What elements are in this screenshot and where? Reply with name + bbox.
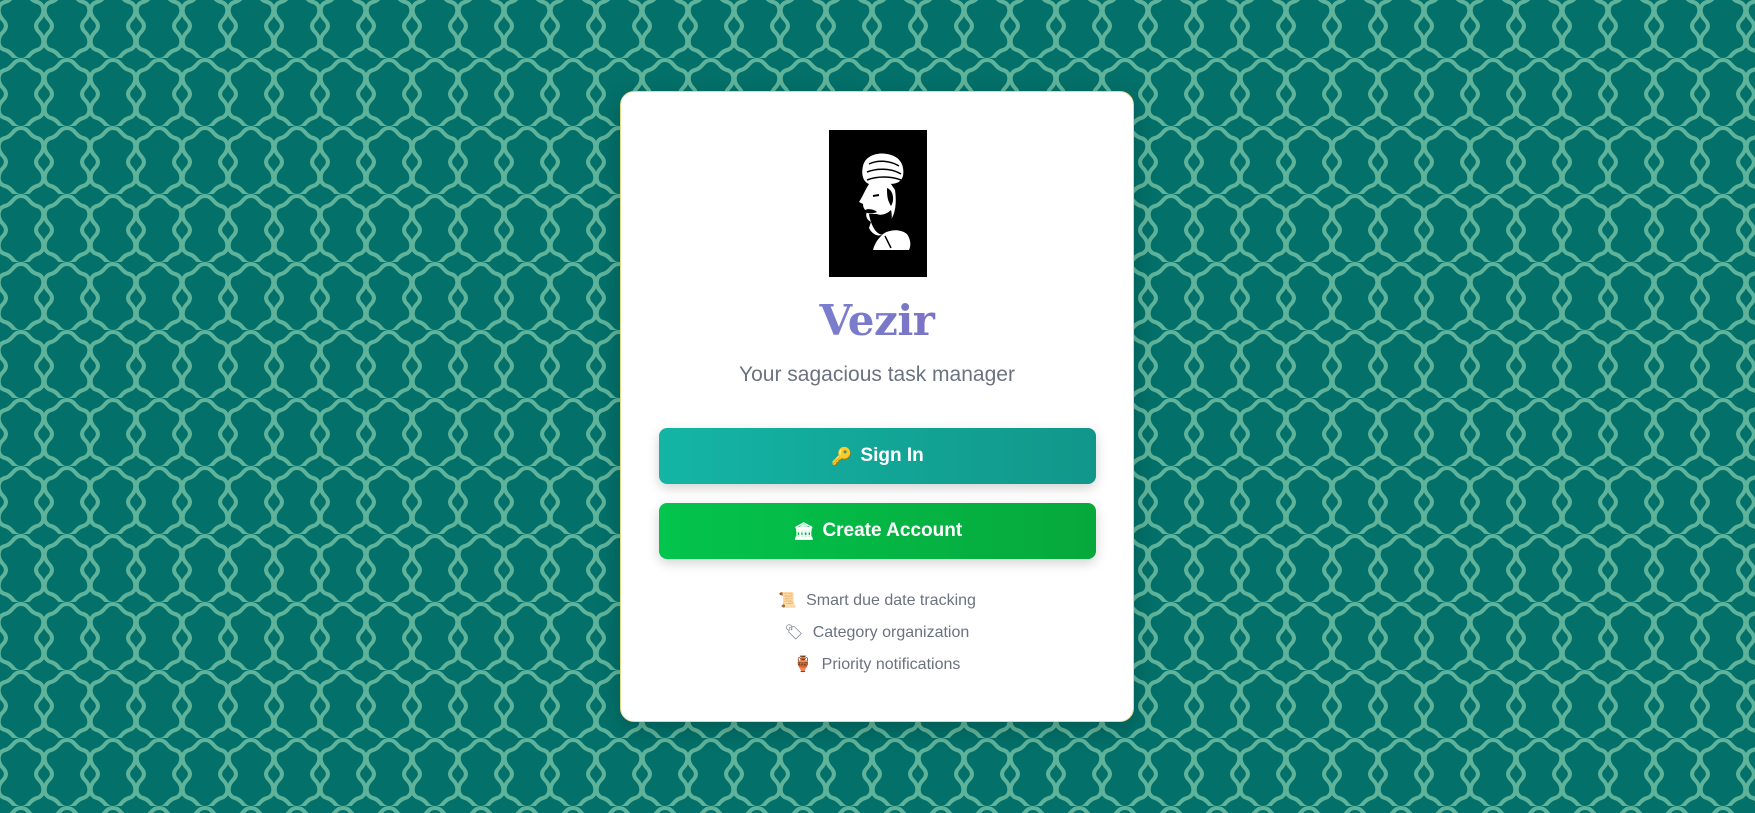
key-icon: 🔑	[831, 446, 853, 466]
app-subtitle: Your sagacious task manager	[739, 363, 1015, 386]
feature-label: Priority notifications	[821, 656, 961, 673]
vizier-turban-portrait-icon	[829, 130, 927, 277]
classical-building-icon: 🏛	[792, 521, 815, 541]
feature-item: 🏺 Priority notifications	[621, 649, 1133, 681]
sign-in-button[interactable]: 🔑 Sign In	[659, 428, 1096, 484]
scroll-icon: 📜	[778, 592, 797, 609]
feature-item: 📜 Smart due date tracking	[621, 585, 1133, 617]
app-title: Vezir	[621, 297, 1133, 345]
welcome-card: Vezir Your sagacious task manager 🔑 Sign…	[620, 91, 1134, 722]
feature-item: 🏷 Category organization	[621, 617, 1133, 649]
feature-label: Category organization	[812, 624, 970, 641]
sign-in-label: Sign In	[860, 445, 924, 466]
feature-list: 📜 Smart due date tracking 🏷 Category org…	[621, 585, 1133, 681]
amphora-icon: 🏺	[793, 656, 813, 673]
label-tag-icon: 🏷	[784, 624, 804, 641]
create-account-label: Create Account	[822, 520, 963, 541]
create-account-button[interactable]: 🏛 Create Account	[659, 503, 1096, 559]
feature-label: Smart due date tracking	[806, 592, 976, 609]
